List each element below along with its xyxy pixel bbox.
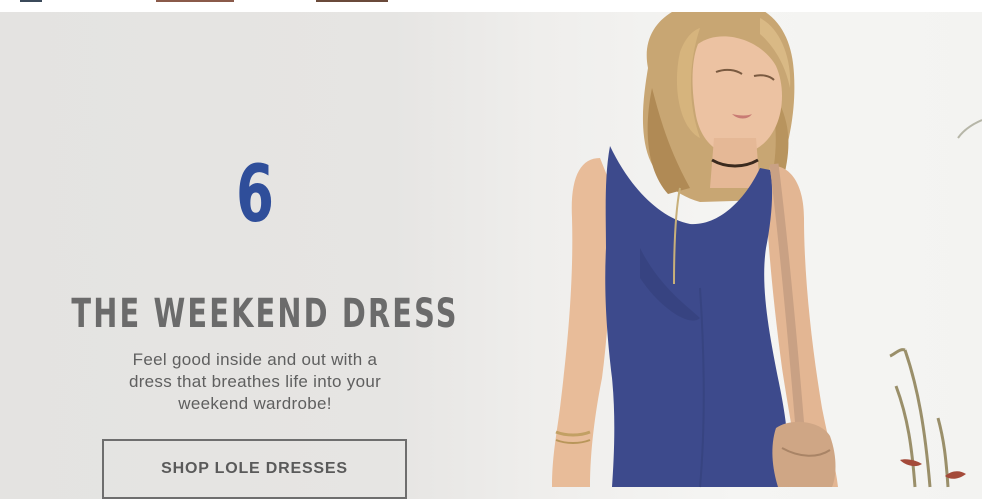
thumbnail-edge (156, 0, 234, 2)
model-photo (552, 12, 982, 488)
promo-number: 6 (236, 150, 274, 240)
previous-section-strip (0, 0, 982, 12)
navy-dress (605, 146, 789, 487)
promo-description: Feel good inside and out with a dress th… (128, 350, 382, 413)
bag (772, 421, 836, 487)
hair (642, 12, 795, 202)
shop-dresses-button[interactable]: SHOP LOLE DRESSES (102, 439, 407, 499)
right-arm (766, 165, 838, 488)
face (692, 36, 782, 155)
plant-decoration (889, 119, 982, 488)
thumbnail-edge (316, 0, 388, 2)
promo-banner: 6 THE WEEKEND DRESS Feel good inside and… (0, 12, 982, 499)
left-arm (552, 158, 612, 487)
thumbnail-edge (20, 0, 42, 2)
bag-strap (769, 163, 805, 429)
promo-title: THE WEEKEND DRESS (71, 291, 459, 337)
